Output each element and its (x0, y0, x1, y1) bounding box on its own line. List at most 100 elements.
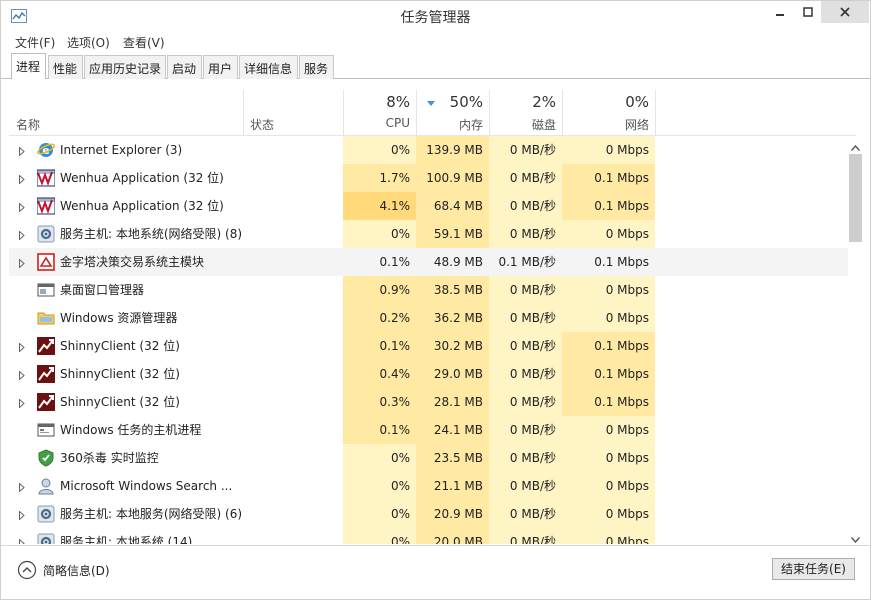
expand-chevron-icon[interactable] (19, 369, 25, 383)
process-row[interactable]: 0% 21.1 MB 0 MB/秒 0 Mbps Microsoft Windows S… (9, 472, 848, 500)
process-row[interactable]: 0% 20.0 MB 0 MB/秒 0 Mbps 服务主机: 本地系统 (14) (9, 528, 848, 544)
memory-cell: 48.9 MB (433, 255, 483, 269)
cpu-cell: 0% (343, 220, 416, 248)
disk-cell: 0 MB/秒 (489, 304, 562, 332)
col-disk-pct[interactable]: 2% (489, 93, 556, 111)
process-row[interactable]: 0.3% 28.1 MB 0 MB/秒 0.1 Mbps ShinnyClient (3… (9, 388, 848, 416)
disk-cell: 0 MB/秒 (489, 220, 562, 248)
col-cpu-pct[interactable]: 8% (343, 93, 410, 111)
col-network-pct[interactable]: 0% (562, 93, 649, 111)
col-memory[interactable]: 内存 (416, 116, 483, 133)
scrollbar-thumb[interactable] (849, 154, 862, 242)
process-name: ShinnyClient (32 位) (60, 339, 180, 353)
disk-cell: 0 MB/秒 (489, 444, 562, 472)
tab-startup[interactable]: 启动 (167, 55, 202, 79)
network-cell: 0 Mbps (562, 416, 655, 444)
expand-chevron-icon[interactable] (19, 481, 25, 495)
network-cell: 0 Mbps (562, 276, 655, 304)
process-row[interactable]: 0.4% 29.0 MB 0 MB/秒 0.1 Mbps ShinnyClient (3… (9, 360, 848, 388)
explorer-icon (37, 309, 55, 327)
expand-chevron-icon[interactable] (19, 257, 25, 271)
disk-cell: 0 MB/秒 (489, 388, 562, 416)
cpu-cell: 0.4% (343, 360, 416, 388)
col-status[interactable]: 状态 (250, 116, 274, 133)
disk-cell: 0 MB/秒 (489, 192, 562, 220)
expand-chevron-icon[interactable] (19, 201, 25, 215)
expand-chevron-icon[interactable] (19, 537, 25, 544)
cpu-cell: 0% (343, 472, 416, 500)
process-row[interactable]: 4.1% 68.4 MB 0 MB/秒 0.1 Mbps Wenhua Applicat… (9, 192, 848, 220)
cpu-cell: 0% (343, 444, 416, 472)
tab-details[interactable]: 详细信息 (239, 55, 298, 79)
process-name: 服务主机: 本地系统(网络受限) (8) (60, 227, 243, 241)
process-row[interactable]: 0% 59.1 MB 0 MB/秒 0 Mbps 服务主机: 本地系统(网络受限) (8… (9, 220, 848, 248)
minimize-button[interactable] (765, 1, 795, 23)
col-disk[interactable]: 磁盘 (489, 116, 556, 133)
collapse-up-icon[interactable] (17, 560, 37, 583)
close-button[interactable] (821, 1, 869, 23)
disk-cell: 0.1 MB/秒 (498, 255, 556, 269)
process-name: Windows 任务的主机进程 (60, 423, 202, 437)
process-row[interactable]: 0.2% 36.2 MB 0 MB/秒 0 Mbps Windows 资源管理器 (9, 304, 848, 332)
vertical-scrollbar[interactable] (848, 136, 863, 544)
ie-icon: e (36, 141, 56, 159)
disk-cell: 0 MB/秒 (489, 472, 562, 500)
network-cell: 0.1 Mbps (562, 332, 655, 360)
network-cell: 0.1 Mbps (562, 164, 655, 192)
col-memory-pct[interactable]: 50% (416, 93, 483, 111)
network-cell: 0.1 Mbps (594, 255, 649, 269)
cpu-cell: 0% (343, 500, 416, 528)
process-row[interactable]: 0% 23.5 MB 0 MB/秒 0 Mbps 360杀毒 实时监控 (9, 444, 848, 472)
cpu-cell: 0.9% (343, 276, 416, 304)
disk-cell: 0 MB/秒 (489, 136, 562, 164)
expand-chevron-icon[interactable] (19, 173, 25, 187)
expand-chevron-icon[interactable] (19, 229, 25, 243)
network-cell: 0.1 Mbps (562, 192, 655, 220)
scroll-up-icon[interactable] (850, 140, 861, 154)
tab-performance[interactable]: 性能 (48, 55, 83, 79)
tab-users[interactable]: 用户 (203, 55, 238, 79)
process-row[interactable]: 0.9% 38.5 MB 0 MB/秒 0 Mbps 桌面窗口管理器 (9, 276, 848, 304)
memory-cell: 139.9 MB (416, 136, 489, 164)
wenhua-icon (36, 169, 56, 187)
disk-cell: 0 MB/秒 (489, 416, 562, 444)
memory-cell: 38.5 MB (416, 276, 489, 304)
maximize-button[interactable] (793, 1, 823, 23)
process-row[interactable]: 0.1% 24.1 MB 0 MB/秒 0 Mbps Windows 任务的主机进程 (9, 416, 848, 444)
end-task-button[interactable]: 结束任务(E) (772, 558, 855, 580)
tab-processes[interactable]: 进程 (11, 53, 46, 79)
memory-cell: 29.0 MB (416, 360, 489, 388)
menu-options[interactable]: 选项(O) (67, 34, 110, 51)
expand-chevron-icon[interactable] (19, 341, 25, 355)
minimize-icon (776, 14, 784, 16)
expand-chevron-icon[interactable] (19, 145, 25, 159)
tab-app-history[interactable]: 应用历史记录 (84, 55, 166, 79)
title-bar: 任务管理器 (1, 1, 870, 31)
menu-bar: 文件(F) 选项(O) 查看(V) (1, 31, 870, 53)
process-row[interactable]: 0.1% 48.9 MB 0.1 MB/秒 0.1 Mbps 金字塔决策交易系统主模块 (9, 248, 848, 276)
col-network[interactable]: 网络 (562, 116, 649, 133)
cpu-cell: 1.7% (343, 164, 416, 192)
service-host-icon (37, 533, 55, 544)
memory-cell: 21.1 MB (416, 472, 489, 500)
expand-chevron-icon[interactable] (19, 509, 25, 523)
menu-view[interactable]: 查看(V) (123, 34, 165, 51)
process-row[interactable]: 0% 139.9 MB 0 MB/秒 0 Mbps e Internet Explorer… (9, 136, 848, 164)
memory-cell: 59.1 MB (416, 220, 489, 248)
process-name: 金字塔决策交易系统主模块 (60, 255, 205, 269)
process-row[interactable]: 0.1% 30.2 MB 0 MB/秒 0.1 Mbps ShinnyClient (3… (9, 332, 848, 360)
process-row[interactable]: 1.7% 100.9 MB 0 MB/秒 0.1 Mbps Wenhua Applica… (9, 164, 848, 192)
expand-chevron-icon[interactable] (19, 397, 25, 411)
scroll-down-icon[interactable] (850, 532, 861, 546)
maximize-icon (803, 7, 813, 17)
network-cell: 0 Mbps (562, 304, 655, 332)
tab-services[interactable]: 服务 (299, 55, 334, 79)
disk-cell: 0 MB/秒 (489, 276, 562, 304)
memory-cell: 20.9 MB (416, 500, 489, 528)
process-row[interactable]: 0% 20.9 MB 0 MB/秒 0 Mbps 服务主机: 本地服务(网络受限) (6… (9, 500, 848, 528)
fewer-details-link[interactable]: 简略信息(D) (43, 562, 110, 579)
col-cpu[interactable]: CPU (343, 116, 410, 130)
menu-file[interactable]: 文件(F) (15, 34, 55, 51)
col-name[interactable]: 名称 (16, 116, 40, 133)
search-indexer-icon (37, 477, 55, 495)
